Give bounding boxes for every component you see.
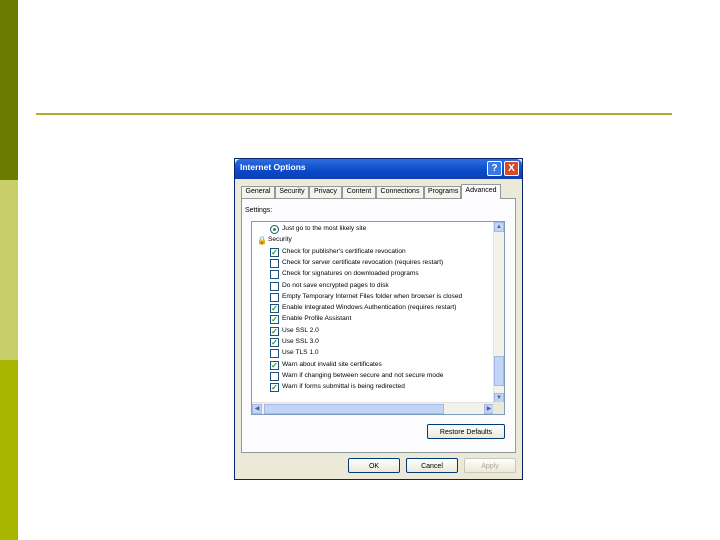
scrollbar-corner [493, 402, 504, 414]
dialog-title: Internet Options [240, 162, 306, 172]
tab-programs[interactable]: Programs [424, 186, 461, 198]
help-button[interactable]: ? [487, 161, 502, 176]
ok-button[interactable]: OK [348, 458, 400, 473]
cancel-button[interactable]: Cancel [406, 458, 458, 473]
settings-option-label: Use SSL 2.0 [282, 326, 319, 334]
scroll-left-icon[interactable]: ◀ [252, 404, 262, 414]
checkbox-checked[interactable]: ✓ [270, 338, 279, 347]
horizontal-scrollbar[interactable]: ◀ ▶ [252, 402, 494, 414]
radio-button[interactable] [270, 225, 279, 234]
settings-option-label: Use SSL 3.0 [282, 338, 319, 345]
tab-advanced[interactable]: Advanced [461, 184, 501, 199]
checkbox-unchecked[interactable] [270, 270, 279, 280]
settings-option-label: Check for publisher's certificate revoca… [282, 247, 406, 255]
tab-privacy[interactable]: Privacy [309, 186, 342, 198]
slide-title-rule [36, 113, 672, 115]
tab-security[interactable]: Security [275, 186, 309, 198]
slide-accent-bar-top [0, 0, 18, 180]
checkbox-checked[interactable]: ✓ [270, 360, 279, 370]
internet-options-dialog: Internet Options ? X General Security Pr… [234, 158, 523, 480]
vertical-scroll-thumb[interactable] [494, 356, 504, 386]
restore-defaults-button[interactable]: Restore Defaults [427, 424, 505, 439]
settings-option-label: Warn about invalid site certificates [282, 360, 382, 368]
settings-label: Settings: [245, 207, 273, 214]
settings-option-label: Security [268, 236, 292, 244]
checkbox-unchecked[interactable] [270, 292, 279, 302]
settings-option-label: Enable Integrated Windows Authentication… [282, 304, 457, 312]
horizontal-scroll-thumb[interactable] [264, 404, 444, 414]
checkbox-unchecked[interactable] [270, 371, 279, 381]
settings-option-label: Check for signatures on downloaded progr… [282, 270, 419, 278]
lock-icon: 🔒 [257, 236, 267, 246]
checkbox-checked[interactable]: ✓ [270, 304, 279, 314]
settings-option-label: Enable Profile Assistant [282, 315, 352, 323]
scroll-up-icon[interactable]: ▲ [494, 222, 504, 232]
settings-option-label: Empty Temporary Internet Files folder wh… [282, 292, 463, 300]
tab-general[interactable]: General [241, 186, 275, 198]
help-icon: ? [491, 162, 498, 174]
vertical-scrollbar[interactable]: ▲ ▼ [493, 222, 504, 403]
checkbox-unchecked[interactable] [270, 258, 279, 268]
checkbox-checked[interactable]: ✓ [270, 247, 279, 257]
checkbox-unchecked[interactable] [270, 281, 279, 291]
settings-option-label: Just go to the most likely site [282, 225, 367, 232]
tab-connections[interactable]: Connections [376, 186, 424, 198]
settings-option-label: Do not save encrypted pages to disk [282, 281, 389, 289]
settings-list[interactable]: Just go to the most likely site 🔒 Security… [251, 221, 505, 415]
settings-option-label: Warn if forms submittal is being redirec… [282, 383, 405, 391]
checkbox-checked[interactable]: ✓ [270, 315, 279, 325]
settings-option-label: Use TLS 1.0 [282, 349, 319, 357]
close-icon: X [508, 162, 515, 174]
tab-content[interactable]: Content [342, 186, 376, 198]
apply-button[interactable]: Apply [464, 458, 516, 473]
checkbox-unchecked[interactable] [270, 349, 279, 359]
close-button[interactable]: X [504, 161, 519, 176]
settings-option-label: Check for server certificate revocation … [282, 258, 444, 266]
checkbox-checked[interactable]: ✓ [270, 383, 279, 393]
settings-option-label: Warn if changing between secure and not … [282, 371, 444, 379]
dialog-titlebar[interactable]: Internet Options ? X [235, 159, 522, 179]
checkbox-checked[interactable]: ✓ [270, 326, 279, 336]
slide-accent-bar-middle [0, 180, 18, 360]
slide-accent-bar-bottom [0, 360, 18, 540]
